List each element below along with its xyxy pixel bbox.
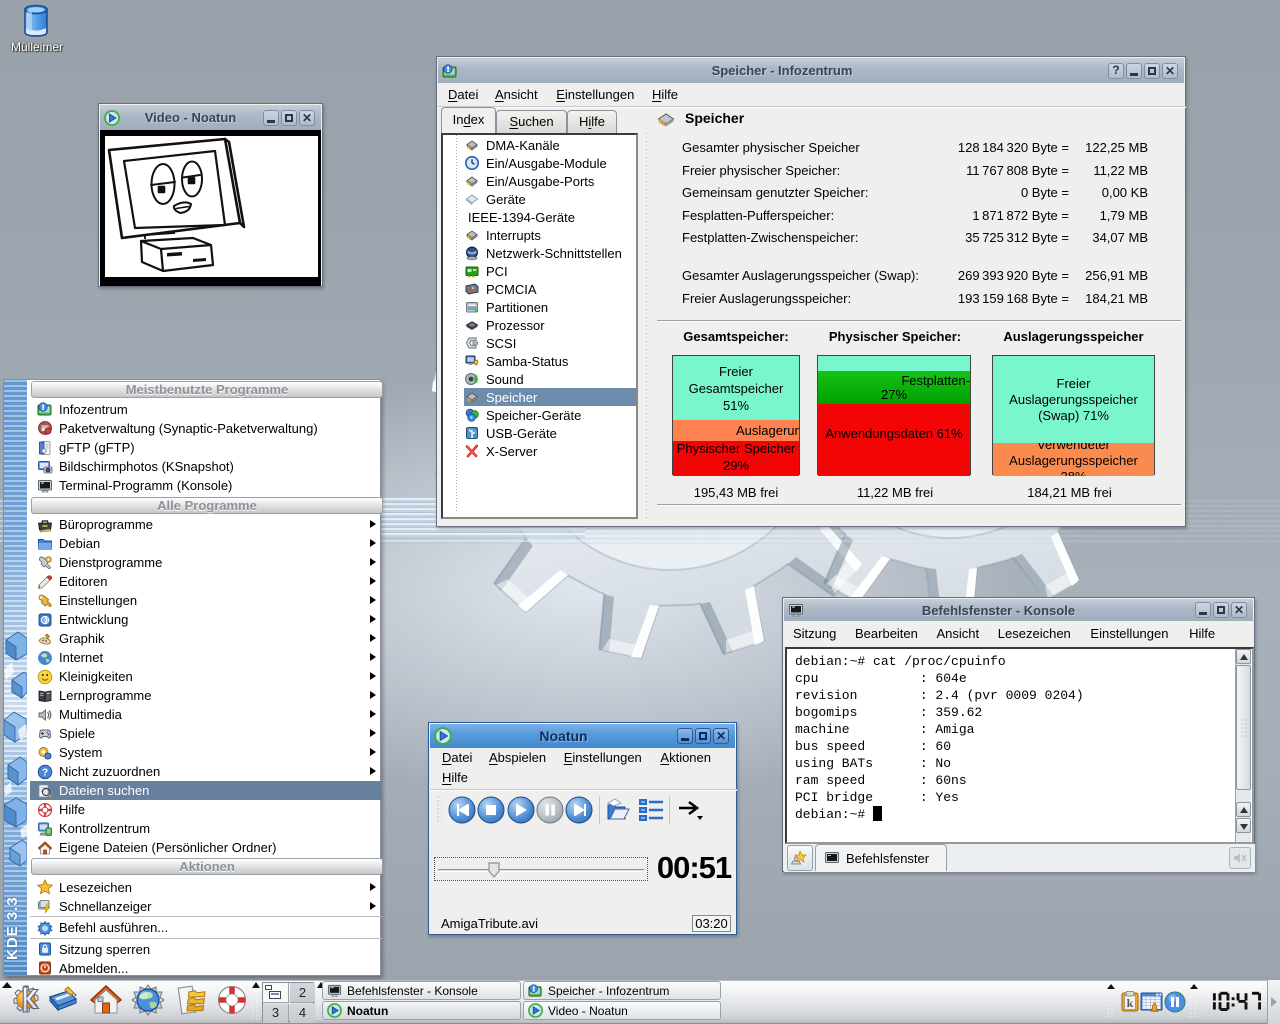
svg-text:?: ? [42, 767, 48, 778]
svg-text:k: k [1127, 996, 1134, 1010]
